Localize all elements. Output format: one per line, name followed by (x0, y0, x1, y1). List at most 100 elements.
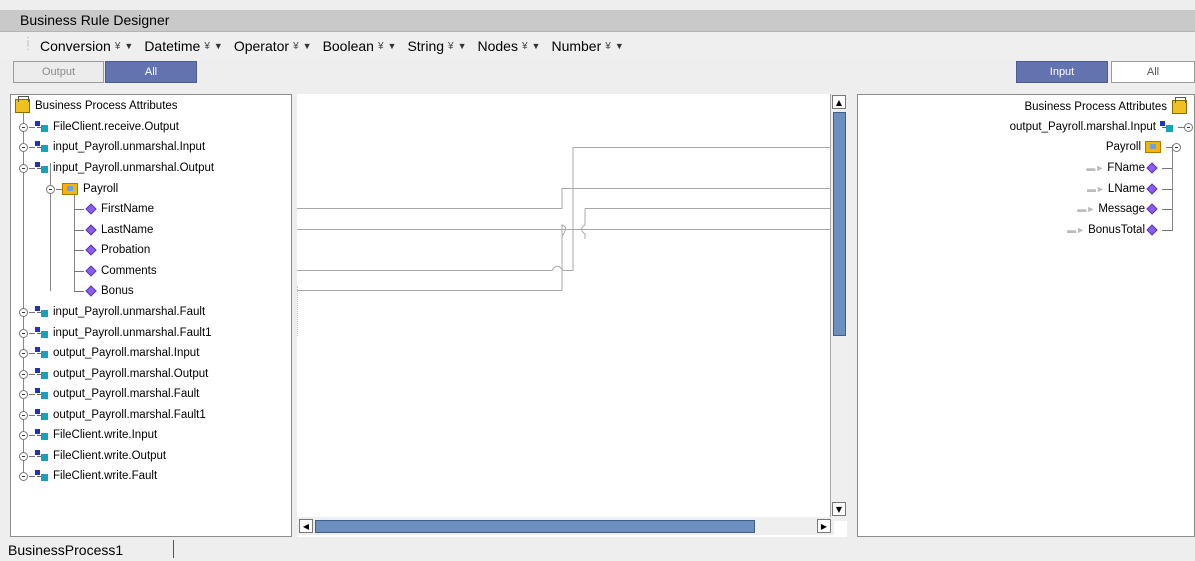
node-icon (1160, 121, 1174, 133)
tree-node[interactable]: output_Payroll.marshal.Input (19, 343, 199, 363)
target-tree-root[interactable]: Business Process Attributes (1024, 97, 1192, 117)
field-diamond-icon (85, 203, 97, 215)
node-icon (35, 368, 49, 380)
expand-icon[interactable] (19, 389, 28, 399)
tree-node[interactable]: FileClient.write.Output (19, 446, 166, 466)
target-field-lname[interactable]: ▬► LName (1087, 179, 1172, 199)
field-firstname[interactable]: FirstName (74, 199, 154, 219)
left-all-filter-button[interactable]: All (105, 61, 197, 83)
attributes-folder-icon (1172, 97, 1187, 114)
menu-conversion[interactable]: Conversion ¥ ▼ (40, 38, 133, 54)
double-chevron-icon: ¥ (114, 40, 121, 52)
target-field-message[interactable]: ▬► Message (1077, 199, 1172, 219)
process-name-tab[interactable]: BusinessProcess1 (8, 542, 123, 558)
right-all-filter-button[interactable]: All (1111, 61, 1195, 83)
payroll-folder-icon (1145, 141, 1161, 153)
field-comments[interactable]: Comments (74, 261, 157, 281)
tree-node[interactable]: output_Payroll.marshal.Output (19, 364, 208, 384)
menu-number[interactable]: Number ¥ ▼ (551, 38, 623, 54)
double-chevron-icon: ¥ (448, 40, 454, 52)
connector-arrow-icon: ▬► (1077, 204, 1096, 214)
field-diamond-icon (85, 224, 97, 236)
field-diamond-icon (85, 244, 97, 256)
scroll-right-button[interactable]: ▶ (817, 519, 831, 533)
vertical-scroll-thumb[interactable] (833, 112, 846, 336)
connector-arrow-icon: ▬► (1087, 184, 1105, 194)
scroll-up-button[interactable]: ▲ (832, 95, 846, 109)
field-diamond-icon (1146, 224, 1158, 236)
tree-line (1172, 145, 1173, 231)
output-filter-button[interactable]: Output (13, 61, 104, 83)
node-icon (35, 409, 49, 421)
field-probation[interactable]: Probation (74, 240, 150, 260)
toolbar: ⋮ ⋮ Conversion ¥ ▼ Datetime ¥ ▼ Operator ¥ ▼ Bo… (0, 32, 1195, 59)
tree-node[interactable]: input_Payroll.unmarshal.Input (19, 137, 205, 157)
node-icon (35, 162, 49, 174)
tree-node[interactable]: input_Payroll.unmarshal.Fault1 (19, 323, 212, 343)
dropdown-arrow-icon: ▼ (302, 41, 312, 51)
field-diamond-icon (1146, 203, 1158, 215)
scroll-left-button[interactable]: ◀ (299, 519, 313, 533)
field-lastname[interactable]: LastName (74, 220, 153, 240)
expand-icon[interactable] (19, 348, 28, 358)
target-payroll-node[interactable]: Payroll (1106, 137, 1182, 157)
expand-icon[interactable] (19, 369, 28, 379)
status-bar: BusinessProcess1 (0, 538, 1195, 561)
menu-boolean[interactable]: Boolean ¥ ▼ (323, 38, 397, 54)
tree-node[interactable]: FileClient.write.Fault (19, 466, 157, 486)
filter-bar: Output All Input All (0, 61, 1195, 88)
field-bonus[interactable]: Bonus (74, 281, 134, 301)
node-icon (35, 306, 49, 318)
input-filter-button[interactable]: Input (1016, 61, 1108, 83)
menu-nodes[interactable]: Nodes ¥ ▼ (478, 38, 541, 54)
payroll-node[interactable]: Payroll (46, 179, 118, 199)
dropdown-arrow-icon: ▼ (213, 41, 223, 51)
target-tree-node[interactable]: output_Payroll.marshal.Input (1010, 117, 1194, 137)
expand-icon[interactable] (19, 307, 28, 317)
window-title: Business Rule Designer (20, 12, 170, 28)
expand-icon[interactable] (19, 142, 28, 152)
expand-icon[interactable] (19, 410, 28, 420)
collapse-icon[interactable] (46, 184, 55, 194)
tree-root[interactable]: Business Process Attributes (15, 96, 178, 116)
tree-node[interactable]: FileClient.write.Input (19, 425, 157, 445)
payroll-folder-icon (62, 183, 78, 195)
mapping-line-bonus-message (297, 208, 847, 291)
field-diamond-icon (85, 265, 97, 277)
menu-string[interactable]: String ¥ ▼ (407, 38, 466, 54)
expand-icon[interactable] (19, 430, 28, 440)
tree-node[interactable]: output_Payroll.marshal.Fault (19, 384, 199, 404)
horizontal-scrollbar[interactable]: ◀ ▶ (297, 517, 834, 535)
collapse-icon[interactable] (1172, 142, 1181, 152)
tree-node[interactable]: FileClient.receive.Output (19, 117, 179, 137)
menu-datetime[interactable]: Datetime ¥ ▼ (144, 38, 223, 54)
mapping-canvas[interactable]: ▲ ▼ ◀ ▶ (297, 94, 848, 537)
tree-node[interactable]: input_Payroll.unmarshal.Fault (19, 302, 205, 322)
expand-icon[interactable] (19, 451, 28, 461)
target-field-fname[interactable]: ▬► FName (1086, 158, 1172, 178)
mapping-lines (297, 147, 847, 291)
double-chevron-icon: ¥ (293, 40, 299, 52)
mapping-line-firstname-lname (297, 188, 847, 209)
tree-node[interactable]: input_Payroll.unmarshal.Output (19, 158, 214, 178)
horizontal-scroll-thumb[interactable] (315, 520, 755, 533)
target-field-bonustotal[interactable]: ▬► BonusTotal (1067, 220, 1172, 240)
expand-icon[interactable] (19, 328, 28, 338)
title-grip (320, 12, 900, 15)
dropdown-arrow-icon: ▼ (387, 41, 397, 51)
double-chevron-icon: ¥ (521, 40, 528, 52)
expand-icon[interactable] (19, 122, 28, 132)
scroll-down-button[interactable]: ▼ (832, 502, 846, 516)
toolbar-grip[interactable]: ⋮ ⋮ (23, 37, 33, 52)
target-tree-panel: Business Process Attributes output_Payro… (857, 94, 1195, 537)
expand-icon[interactable] (19, 471, 28, 481)
collapse-icon[interactable] (19, 163, 28, 173)
node-icon (35, 470, 49, 482)
field-diamond-icon (85, 285, 97, 297)
menu-operator[interactable]: Operator ¥ ▼ (234, 38, 312, 54)
double-chevron-icon: ¥ (204, 40, 210, 52)
tree-node[interactable]: output_Payroll.marshal.Fault1 (19, 405, 206, 425)
status-separator (173, 540, 174, 558)
collapse-icon[interactable] (1184, 122, 1193, 132)
vertical-scrollbar[interactable]: ▲ ▼ (830, 94, 848, 521)
